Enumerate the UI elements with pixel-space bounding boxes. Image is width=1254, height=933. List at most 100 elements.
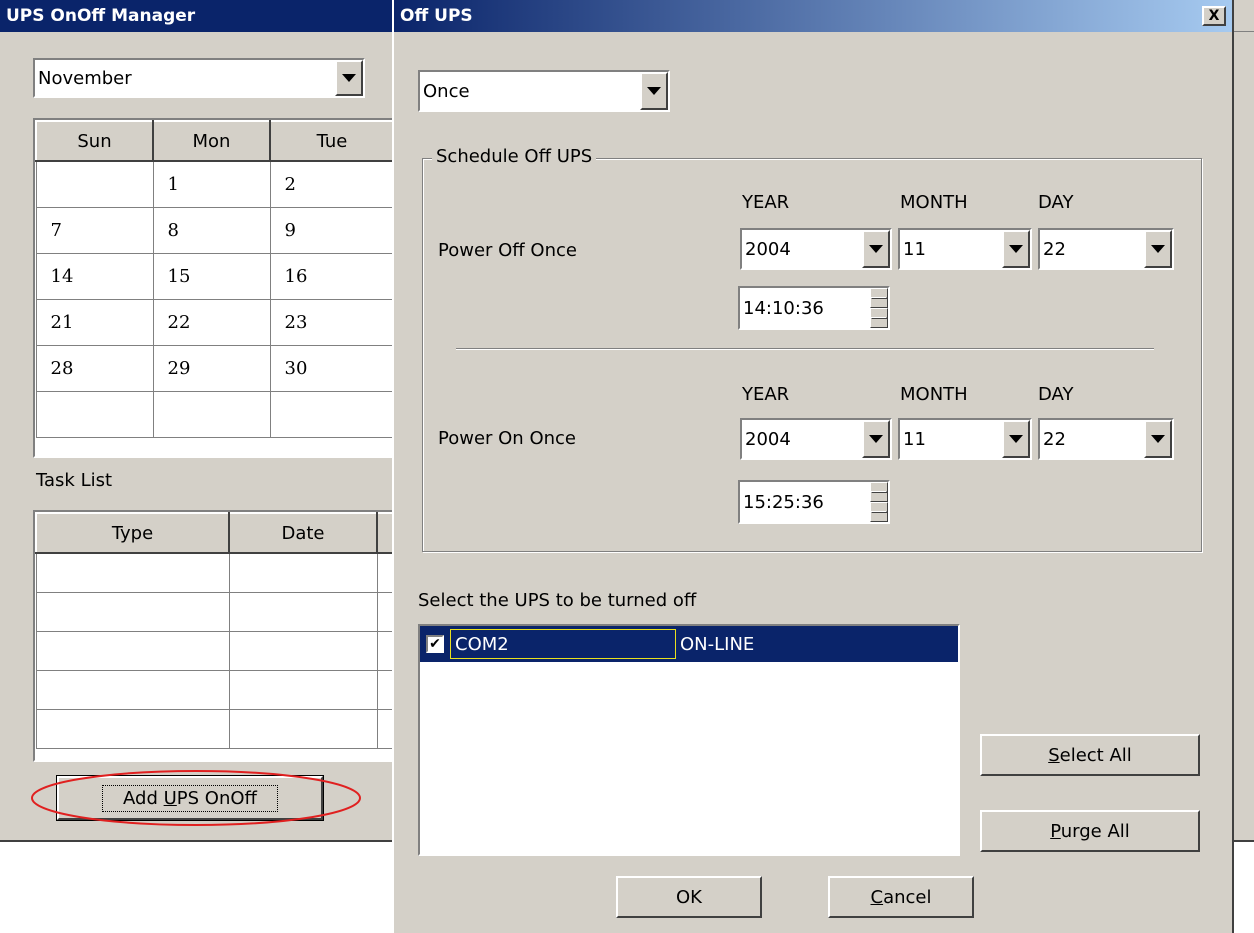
off-time-spinner[interactable] [870,288,888,328]
frequency-dropdown-button[interactable] [640,72,668,110]
off-month-value: 11 [903,238,926,260]
on-day-value: 22 [1043,428,1066,450]
chevron-down-icon [1009,435,1023,443]
cancel-button[interactable]: Cancel [828,876,974,918]
on-time-value[interactable]: 15:25:36 [740,482,870,522]
calendar-grid: Sun Mon Tue 1 2 7 8 9 14 15 16 21 22 23 … [33,118,403,458]
calendar-day[interactable]: 9 [269,206,395,254]
calendar-week: 21 22 23 [35,298,395,346]
on-month-header: MONTH [900,384,968,405]
spin-down-icon[interactable] [870,502,888,522]
calendar-day[interactable]: 14 [35,252,154,300]
ups-list: ✔ COM2 ON-LINE [418,624,960,856]
chevron-down-icon [342,74,356,82]
spin-down-icon[interactable] [870,308,888,328]
spin-up-icon[interactable] [870,288,888,308]
calendar-day[interactable] [269,390,395,438]
on-month-select[interactable]: 11 [898,418,1032,460]
power-on-label: Power On Once [438,428,576,449]
task-header-date[interactable]: Date [228,512,378,554]
on-month-dropdown-button[interactable] [1002,420,1030,458]
calendar-day[interactable]: 8 [152,206,271,254]
off-day-select[interactable]: 22 [1038,228,1174,270]
schedule-group-label: Schedule Off UPS [432,146,597,167]
highlight-oval [31,770,361,826]
off-day-header: DAY [1038,192,1074,213]
off-ups-dialog: Off UPS X Once Schedule Off UPS YEAR MON… [392,0,1234,933]
frequency-select[interactable]: Once [418,70,670,112]
on-time-spinner[interactable] [870,482,888,522]
off-day-dropdown-button[interactable] [1144,230,1172,268]
list-item[interactable]: ✔ COM2 ON-LINE [420,626,958,662]
manager-window: UPS OnOff Manager November Sun Mon Tue 1… [0,0,403,842]
chevron-down-icon [1151,435,1165,443]
on-year-select[interactable]: 2004 [740,418,892,460]
calendar-day[interactable]: 16 [269,252,395,300]
calendar-day[interactable]: 1 [152,160,271,208]
calendar-day[interactable] [152,390,271,438]
on-year-dropdown-button[interactable] [862,420,890,458]
calendar-header-mon: Mon [152,120,271,162]
calendar-day[interactable]: 28 [35,344,154,392]
calendar-day[interactable]: 7 [35,206,154,254]
month-value: November [38,67,132,89]
manager-title: UPS OnOff Manager [6,6,196,26]
chevron-down-icon [1009,245,1023,253]
chevron-down-icon [869,435,883,443]
calendar-header-tue: Tue [269,120,395,162]
calendar-week: 28 29 30 [35,344,395,392]
on-year-header: YEAR [742,384,790,405]
chevron-down-icon [869,245,883,253]
off-year-value: 2004 [745,238,791,260]
calendar-day[interactable]: 30 [269,344,395,392]
spin-up-icon[interactable] [870,482,888,502]
calendar-week: 1 2 [35,160,395,208]
close-button[interactable]: X [1202,6,1226,26]
on-month-value: 11 [903,428,926,450]
dialog-title-bar: Off UPS X [394,0,1232,32]
select-ups-label: Select the UPS to be turned off [418,590,697,611]
calendar-day[interactable]: 2 [269,160,395,208]
off-month-dropdown-button[interactable] [1002,230,1030,268]
select-all-button[interactable]: Select All [980,734,1200,776]
off-month-select[interactable]: 11 [898,228,1032,270]
off-year-header: YEAR [742,192,790,213]
off-time-field[interactable]: 14:10:36 [738,286,890,330]
close-icon: X [1208,8,1220,24]
checkmark-icon: ✔ [429,636,441,652]
table-row[interactable] [35,552,401,593]
calendar-day[interactable]: 22 [152,298,271,346]
table-row[interactable] [35,630,401,671]
ok-label: OK [676,886,702,908]
chevron-down-icon [1151,245,1165,253]
off-year-dropdown-button[interactable] [862,230,890,268]
task-list-table: Type Date [33,510,403,762]
task-header-type[interactable]: Type [35,512,230,554]
calendar-day[interactable]: 29 [152,344,271,392]
off-time-value[interactable]: 14:10:36 [740,288,870,328]
purge-all-label: Purge All [1050,820,1130,842]
on-day-select[interactable]: 22 [1038,418,1174,460]
ups-checkbox[interactable]: ✔ [426,635,444,653]
month-dropdown-button[interactable] [335,60,363,96]
dialog-title: Off UPS [400,6,473,26]
on-day-dropdown-button[interactable] [1144,420,1172,458]
calendar-week [35,390,395,438]
month-select[interactable]: November [33,58,365,98]
on-time-field[interactable]: 15:25:36 [738,480,890,524]
background-window-edge [1232,0,1254,842]
table-row[interactable] [35,591,401,632]
calendar-day[interactable] [35,160,154,208]
ok-button[interactable]: OK [616,876,762,918]
calendar-day[interactable]: 15 [152,252,271,300]
task-list-label: Task List [36,470,113,491]
table-row[interactable] [35,669,401,710]
calendar-day[interactable]: 21 [35,298,154,346]
purge-all-button[interactable]: Purge All [980,810,1200,852]
off-year-select[interactable]: 2004 [740,228,892,270]
manager-title-bar: UPS OnOff Manager [0,0,398,32]
ups-status: ON-LINE [680,633,755,655]
calendar-day[interactable]: 23 [269,298,395,346]
table-row[interactable] [35,708,401,749]
calendar-day[interactable] [35,390,154,438]
